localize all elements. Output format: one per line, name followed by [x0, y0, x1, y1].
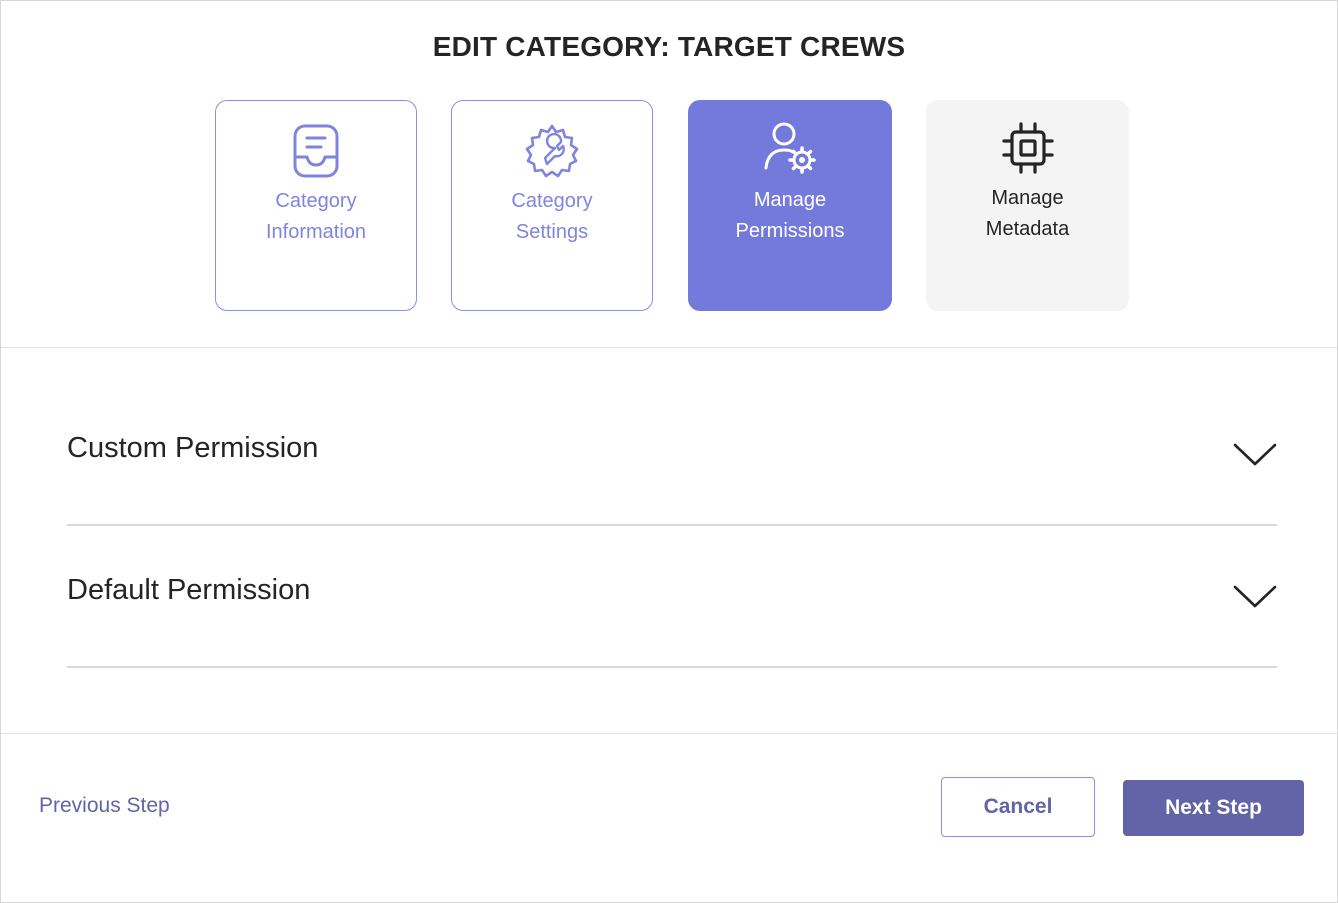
gear-wrench-icon [525, 124, 579, 178]
accordion-divider [67, 666, 1277, 668]
accordion-label: Custom Permission [67, 432, 319, 464]
previous-step-link[interactable]: Previous Step [39, 794, 170, 818]
step-manage-metadata[interactable]: Manage Metadata [926, 100, 1129, 311]
chevron-down-icon[interactable] [1233, 442, 1277, 468]
step-manage-permissions[interactable]: Manage Permissions [688, 100, 892, 311]
chip-icon [1001, 122, 1054, 174]
inbox-document-icon [293, 124, 339, 178]
footer-divider [1, 733, 1337, 734]
step-label: Category Information [265, 190, 367, 243]
step-category-settings[interactable]: Category Settings [451, 100, 653, 311]
step-label: Manage Metadata [985, 187, 1070, 240]
person-gear-icon [764, 122, 816, 174]
header-divider [1, 347, 1337, 348]
step-label: Manage Permissions [735, 189, 845, 242]
dialog-title: EDIT CATEGORY: TARGET CREWS [432, 31, 906, 62]
step-navigation: Category Information Category Settings M… [215, 100, 1129, 311]
edit-category-dialog: EDIT CATEGORY: TARGET CREWS Category Inf… [0, 0, 1338, 903]
next-step-button[interactable]: Next Step [1123, 780, 1304, 836]
accordion-label: Default Permission [67, 574, 311, 606]
chevron-down-icon[interactable] [1233, 584, 1277, 610]
step-label: Category Settings [511, 190, 593, 243]
step-category-information[interactable]: Category Information [215, 100, 417, 311]
accordion-custom-permission[interactable]: Custom Permission [67, 384, 1277, 526]
cancel-button[interactable]: Cancel [941, 777, 1095, 837]
accordion-default-permission[interactable]: Default Permission [67, 526, 1277, 668]
